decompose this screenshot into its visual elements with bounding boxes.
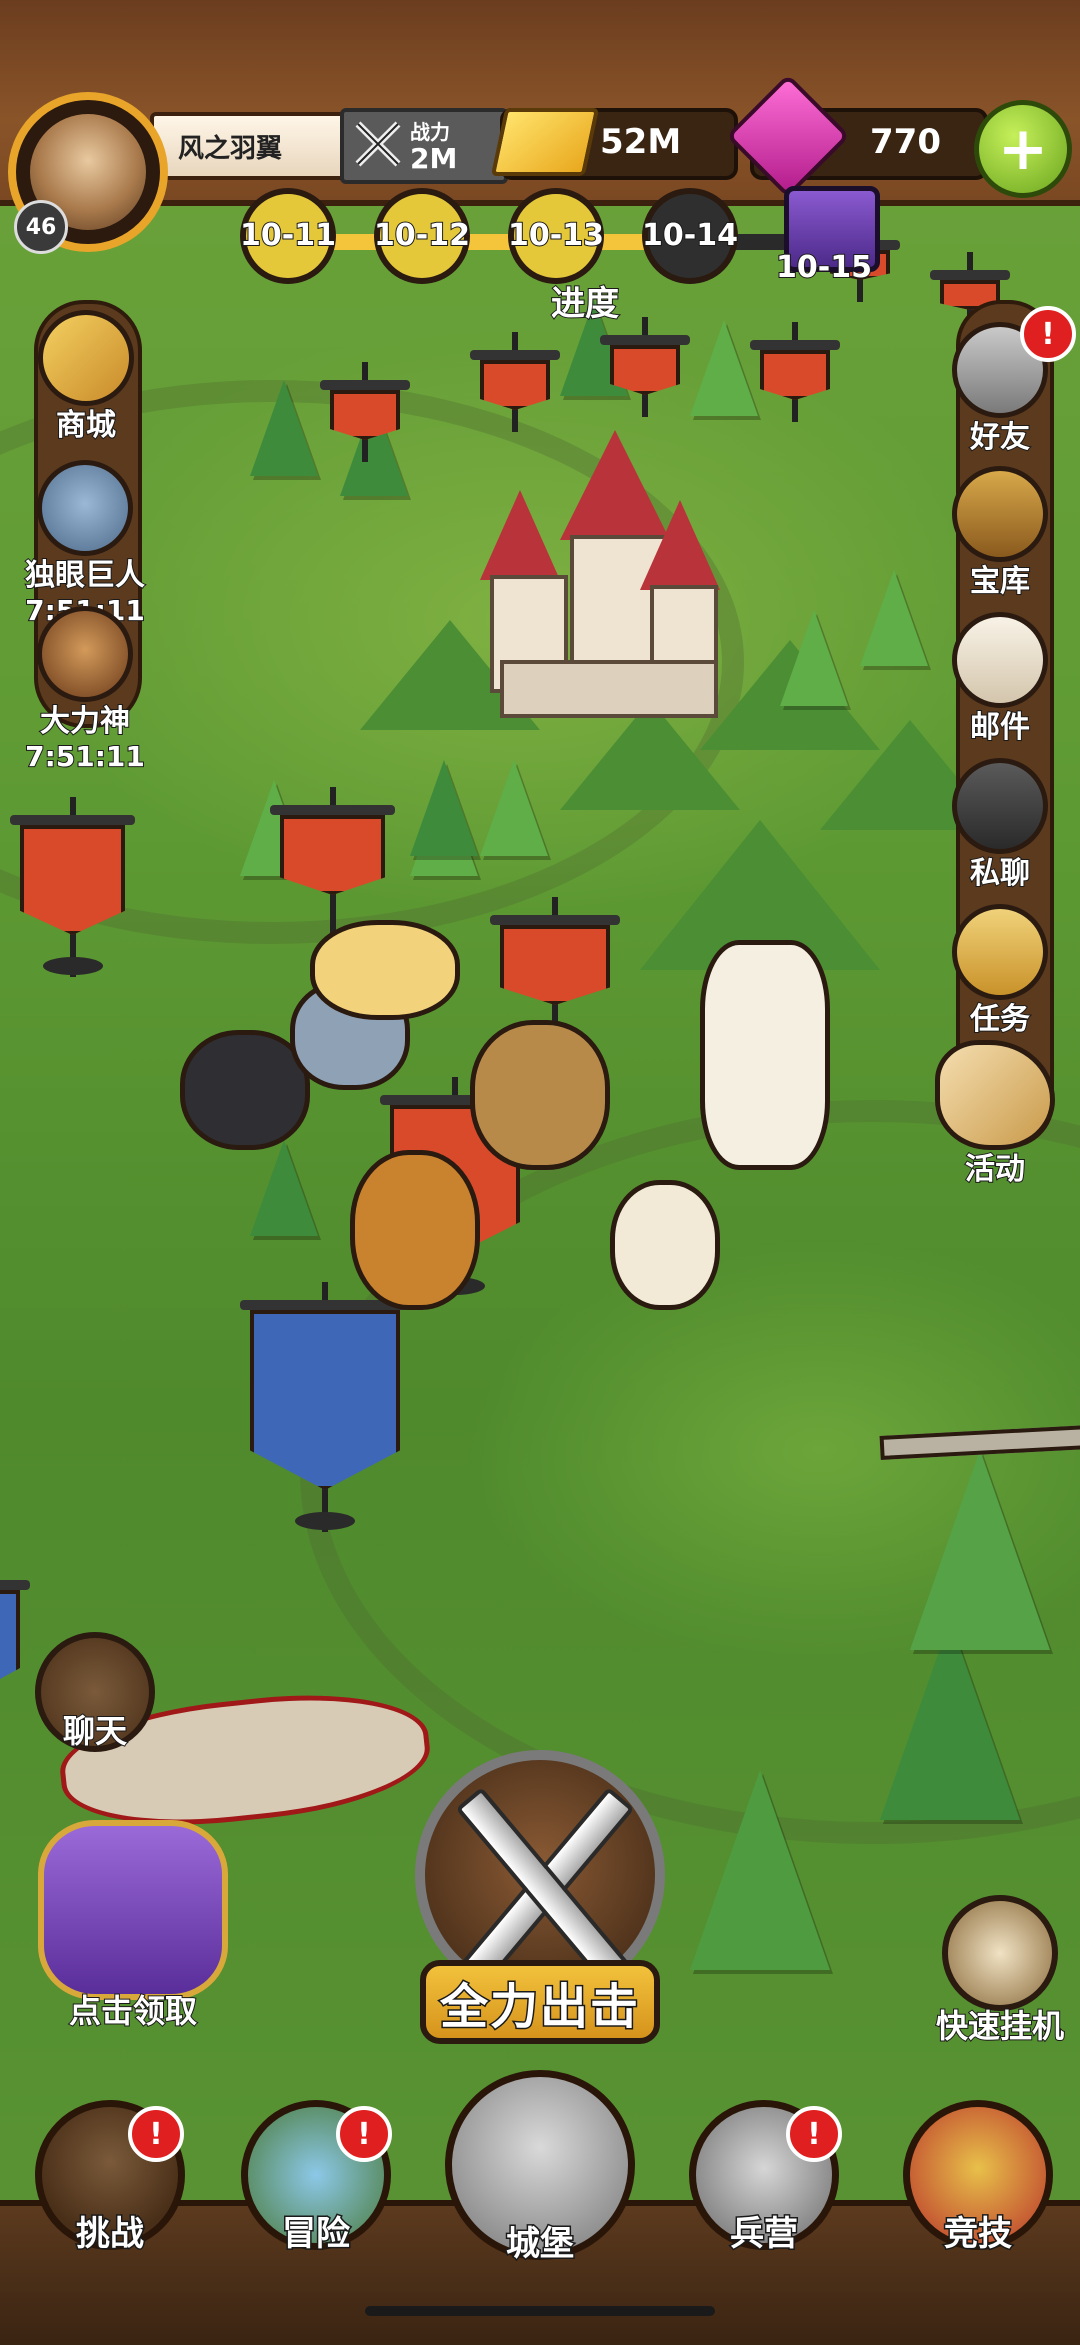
hero-angel[interactable]	[610, 1180, 720, 1310]
stage-label: 10-12	[373, 217, 471, 254]
stage-banner[interactable]	[750, 322, 840, 440]
nav-arena[interactable]: 竞技	[898, 2100, 1058, 2256]
nav-castle[interactable]: 城堡	[442, 2070, 638, 2266]
friends-alert-badge: !	[1020, 306, 1076, 362]
barracks-alert-badge: !	[786, 2106, 842, 2162]
pine-tree	[250, 380, 318, 476]
stage-banner-current[interactable]	[240, 1282, 410, 1532]
crossed-swords-icon	[355, 121, 401, 167]
vault-button[interactable]: 宝库	[940, 466, 1060, 600]
shop-label: 商城	[55, 407, 117, 444]
nav-barracks-label: 兵营	[729, 2213, 800, 2256]
stage-banner[interactable]	[600, 317, 690, 435]
stage-banner[interactable]	[320, 362, 410, 480]
fast-idle-button[interactable]: 快速挂机	[920, 1895, 1080, 2047]
adventure-alert-badge: !	[336, 2106, 392, 2162]
stage-banner[interactable]	[0, 1580, 30, 1730]
pine-tree	[910, 1450, 1050, 1650]
shop-button[interactable]: 商城	[26, 310, 146, 444]
fast-idle-label: 快速挂机	[935, 2006, 1065, 2046]
pine-tree	[410, 760, 478, 856]
cyclops-button[interactable]: 独眼巨人 7:51:11	[10, 460, 160, 628]
stage-label: 10-15	[775, 249, 873, 286]
nav-adventure-label: 冒险	[281, 2213, 352, 2256]
pine-tree	[480, 760, 548, 856]
stage-banner[interactable]	[470, 332, 560, 450]
full-attack-button[interactable]: 全力出击	[360, 1750, 720, 2050]
events-button[interactable]: 活动	[920, 1040, 1070, 1188]
stage-banner[interactable]	[270, 787, 395, 937]
gold-counter[interactable]: 52M	[490, 108, 738, 180]
private-chat-label: 私聊	[969, 855, 1031, 892]
map-castle[interactable]	[480, 430, 720, 730]
pine-tree	[690, 320, 758, 416]
chat-label: 聊天	[62, 1711, 128, 1751]
treasure-chest-icon	[38, 1820, 228, 2000]
nav-castle-label: 城堡	[505, 2223, 576, 2266]
friends-label: 好友	[969, 419, 1031, 456]
gem-amount: 770	[870, 122, 941, 162]
stage-label: 10-13	[507, 217, 605, 254]
home-indicator[interactable]	[365, 2306, 715, 2316]
stage-banner[interactable]	[10, 797, 135, 977]
hero-lion-warrior[interactable]	[350, 1150, 480, 1310]
sword-star-icon	[952, 904, 1048, 1000]
hercules-timer: 7:51:11	[24, 739, 146, 774]
claim-reward-button[interactable]: 点击领取	[28, 1820, 238, 2032]
hero-winged-helm[interactable]	[310, 920, 460, 1020]
pine-tree	[880, 1620, 1020, 1820]
pine-tree	[860, 570, 928, 666]
gold-bar-icon	[490, 108, 600, 176]
power-value: 2M	[410, 142, 458, 175]
stage-label: 10-11	[239, 217, 337, 254]
gold-amount: 52M	[600, 122, 682, 162]
cyclops-icon	[37, 460, 133, 556]
pine-tree	[250, 1140, 318, 1236]
tasks-label: 任务	[969, 1001, 1031, 1038]
hercules-button[interactable]: 大力神 7:51:11	[10, 606, 160, 774]
stage-label: 10-14	[641, 217, 739, 254]
mail-label: 邮件	[969, 709, 1031, 746]
nav-arena-label: 竞技	[943, 2213, 1014, 2256]
nav-challenge-label: 挑战	[75, 2213, 146, 2256]
hercules-icon	[37, 606, 133, 702]
megaphone-icon	[935, 1040, 1055, 1150]
power-label: 战力	[410, 120, 450, 144]
player-name: 风之羽翼	[178, 134, 283, 164]
events-label: 活动	[964, 1151, 1026, 1188]
combat-power[interactable]: 战力 2M	[340, 108, 508, 184]
shop-chest-icon	[38, 310, 134, 406]
claim-reward-label: 点击领取	[68, 1991, 198, 2031]
challenge-alert-badge: !	[128, 2106, 184, 2162]
vault-label: 宝库	[969, 563, 1031, 600]
hero-paladin[interactable]	[700, 940, 830, 1170]
speech-bubble-icon	[952, 758, 1048, 854]
add-gems-button[interactable]: +	[974, 100, 1072, 198]
hourglass-icon	[942, 1895, 1058, 2011]
progress-title: 进度	[550, 283, 620, 325]
pine-tree	[780, 610, 848, 706]
chat-button[interactable]: 聊天	[30, 1632, 160, 1752]
full-attack-label: 全力出击	[420, 1960, 660, 2044]
hercules-label: 大力神	[39, 703, 131, 740]
gem-counter[interactable]: 770	[725, 73, 988, 199]
player-level-badge: 46	[14, 200, 68, 254]
vault-door-icon	[952, 466, 1048, 562]
cyclops-label: 独眼巨人	[24, 557, 146, 594]
hero-king[interactable]	[470, 1020, 610, 1170]
private-chat-button[interactable]: 私聊	[940, 758, 1060, 892]
envelope-icon	[952, 612, 1048, 708]
mail-button[interactable]: 邮件	[940, 612, 1060, 746]
tasks-button[interactable]: 任务	[940, 904, 1060, 1038]
